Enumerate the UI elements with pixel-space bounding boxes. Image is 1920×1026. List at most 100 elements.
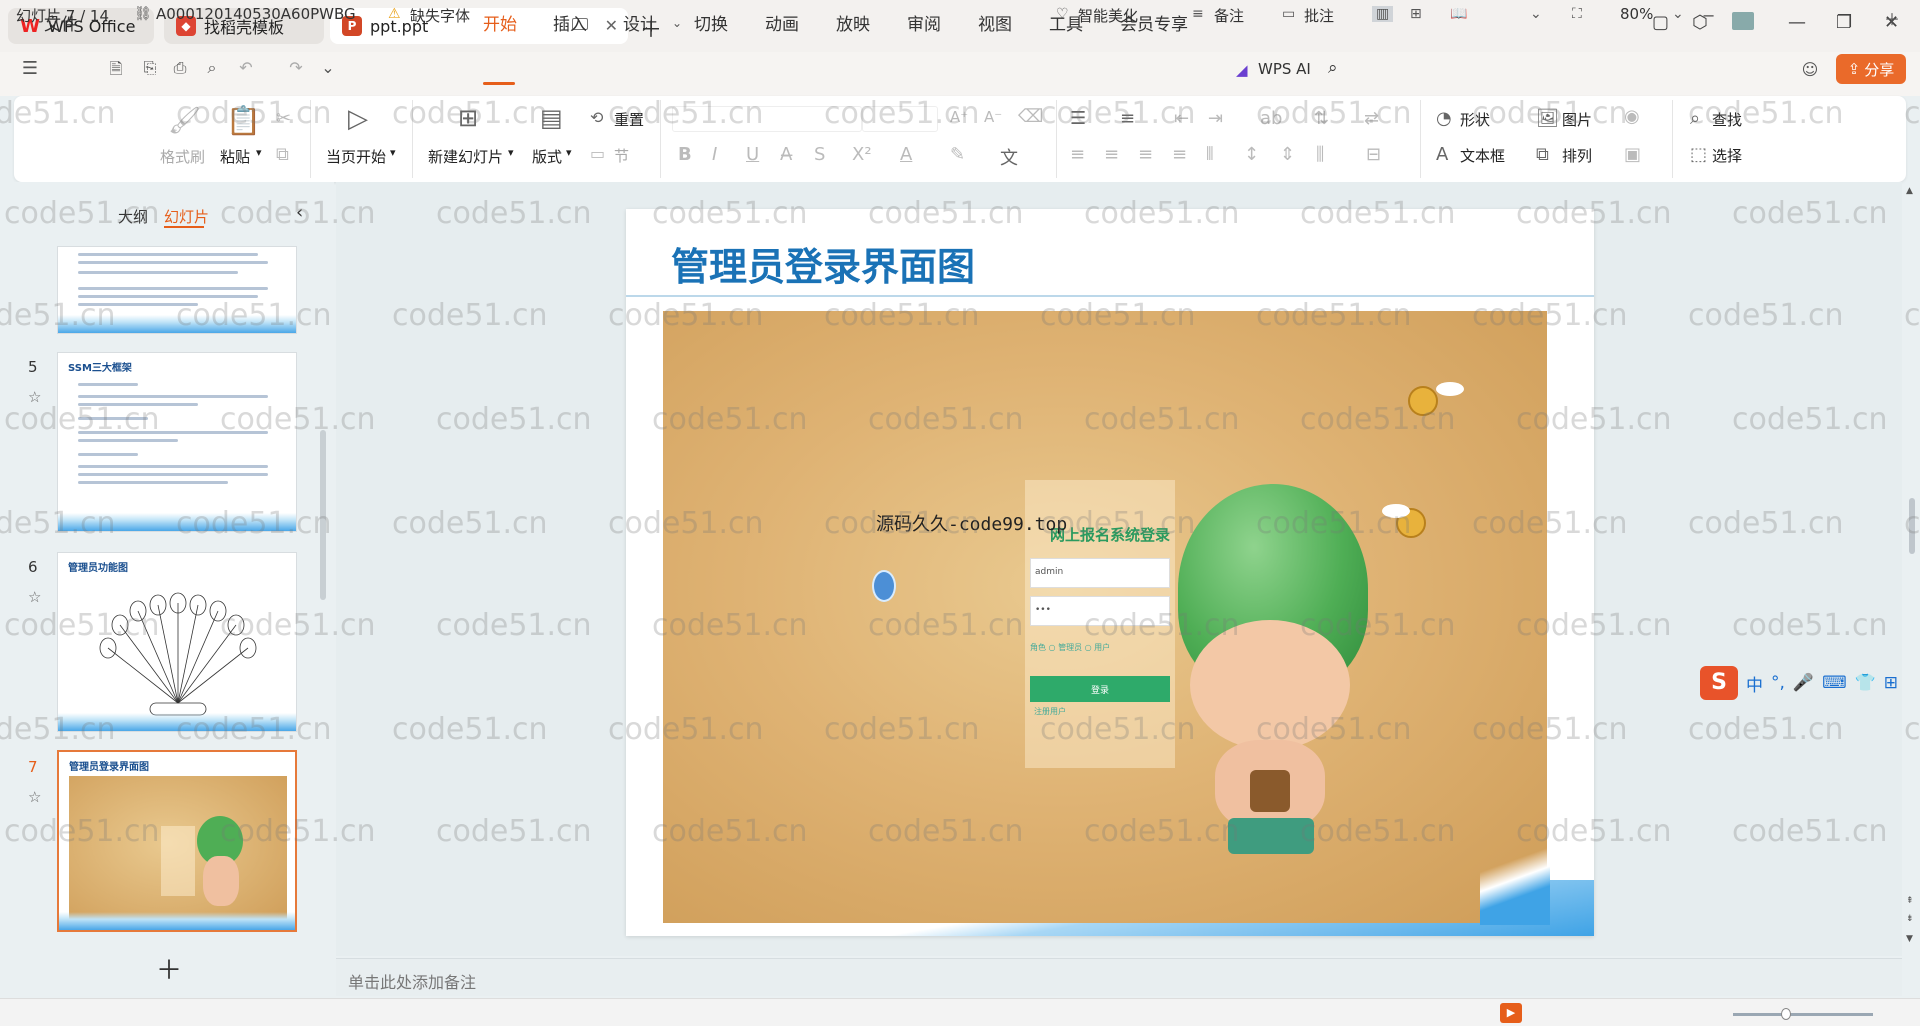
outline-icon[interactable]: ▣	[1624, 144, 1641, 165]
notes-pane[interactable]: 单击此处添加备注	[336, 958, 1902, 996]
strikethrough-icon[interactable]: A̶	[780, 144, 792, 165]
scrollbar-thumb[interactable]	[1909, 498, 1915, 554]
wps-ai-icon[interactable]: ◢	[1236, 61, 1248, 79]
slide-thumbnail-5[interactable]: SSM三大框架	[57, 352, 297, 532]
menu-review[interactable]: 审阅	[907, 10, 941, 35]
new-slide-icon[interactable]: ⊞	[458, 104, 478, 132]
slide-thumbnail-7[interactable]: 管理员登录界面图	[57, 750, 297, 932]
zoom-slider[interactable]	[1733, 1013, 1873, 1016]
menu-slideshow[interactable]: 放映	[836, 10, 870, 35]
fill-icon[interactable]: ◉	[1624, 106, 1640, 127]
save-icon[interactable]: 🗎	[106, 58, 126, 78]
collapse-panel-icon[interactable]: ‹	[296, 202, 303, 223]
redo-icon[interactable]: ↷	[286, 58, 306, 78]
find-button[interactable]: 查找	[1712, 109, 1742, 130]
chevron-down-icon[interactable]: ⌄	[318, 58, 338, 78]
window-layout-icon[interactable]: ▢	[1652, 12, 1669, 33]
keyboard-icon[interactable]: ⌨	[1822, 673, 1847, 693]
decrease-indent-icon[interactable]: ⇤	[1174, 108, 1189, 129]
cut-icon[interactable]: ✂	[276, 108, 291, 129]
microphone-icon[interactable]: 🎤	[1793, 673, 1814, 693]
superscript-icon[interactable]: X²	[852, 144, 872, 165]
add-slide-icon[interactable]: ＋	[156, 950, 182, 987]
canvas-scrollbar[interactable]: ▲ ⇞ ⇟ ▼	[1904, 182, 1920, 956]
scroll-up-icon[interactable]: ▲	[1906, 186, 1913, 196]
menu-insert[interactable]: 插入	[553, 10, 587, 35]
missing-font-button[interactable]: 缺失字体	[410, 5, 470, 26]
avatar[interactable]	[1732, 12, 1754, 30]
convert-icon[interactable]: ⇄	[1364, 108, 1379, 129]
slide-title[interactable]: 管理员登录界面图	[671, 236, 975, 291]
layout-button[interactable]: 版式	[532, 146, 562, 167]
picture-button[interactable]: 图片	[1562, 109, 1592, 130]
print-icon[interactable]: ⎙	[170, 58, 190, 78]
grid-icon[interactable]: ⊞	[1884, 673, 1898, 693]
notes-toggle-button[interactable]: 备注	[1214, 5, 1244, 26]
search-icon[interactable]: ⌕	[1328, 58, 1338, 78]
distribute-icon[interactable]: ⫴	[1206, 144, 1214, 165]
zoom-level[interactable]: 80%	[1620, 5, 1653, 23]
align-left-icon[interactable]: ≡	[1070, 144, 1085, 165]
star-icon[interactable]: ☆	[28, 588, 41, 606]
align-center-icon[interactable]: ≡	[1104, 144, 1119, 165]
chevron-down-icon[interactable]: ▾	[390, 146, 396, 159]
chevron-down-icon[interactable]: ⌄	[672, 16, 682, 30]
play-icon[interactable]: ▶	[1500, 1003, 1522, 1023]
chevron-down-icon[interactable]: ▾	[566, 146, 572, 159]
undo-icon[interactable]: ↶	[236, 58, 256, 78]
format-painter-icon[interactable]: 🖌	[168, 106, 201, 136]
paragraph-spacing-icon[interactable]: ⇕	[1280, 144, 1295, 165]
zoom-out-icon[interactable]: −	[1702, 6, 1715, 25]
menu-view[interactable]: 视图	[978, 10, 1012, 35]
prev-slide-icon[interactable]: ⇞	[1906, 896, 1914, 906]
export-icon[interactable]: ⎘	[140, 58, 160, 78]
chevron-down-icon[interactable]: ▾	[508, 146, 514, 159]
ime-toolbar[interactable]: S 中 °, 🎤 ⌨ 👕 ⊞	[1700, 664, 1908, 702]
play-circle-icon[interactable]: ▷	[348, 104, 368, 134]
new-slide-button[interactable]: 新建幻灯片	[428, 146, 503, 167]
tab-outline[interactable]: 大纲	[118, 206, 148, 227]
textbox-icon[interactable]: A	[1436, 144, 1448, 165]
minimize-icon[interactable]: —	[1788, 12, 1806, 33]
decrease-font-icon[interactable]: A⁻	[984, 108, 1002, 126]
document-id[interactable]: A000120140530A60PWBG	[156, 5, 356, 23]
increase-font-icon[interactable]: A⁺	[950, 108, 968, 126]
font-family-select[interactable]	[672, 106, 862, 132]
fit-window-icon[interactable]: ⛶	[1572, 6, 1582, 22]
find-icon[interactable]: ⌕	[1690, 108, 1700, 129]
slide-thumbnail-6[interactable]: 管理员功能图	[57, 552, 297, 732]
menu-design[interactable]: 设计	[623, 10, 657, 35]
close-tab-icon[interactable]: ✕	[605, 16, 618, 35]
shape-icon[interactable]: ◔	[1436, 108, 1452, 129]
arrange-icon[interactable]: ⧉	[1536, 144, 1549, 165]
menu-wps-ai[interactable]: WPS AI	[1258, 60, 1311, 78]
print-preview-icon[interactable]: ⌕	[202, 58, 222, 78]
zoom-slider-thumb[interactable]	[1781, 1008, 1791, 1020]
layout-icon[interactable]: ▤	[540, 104, 563, 132]
section-button[interactable]: 节	[614, 145, 629, 166]
reset-icon[interactable]: ⟲	[590, 108, 603, 127]
comment-button[interactable]: 批注	[1304, 5, 1334, 26]
scroll-down-icon[interactable]: ▼	[1906, 934, 1913, 944]
numbering-icon[interactable]: ≡	[1120, 108, 1135, 129]
picture-icon[interactable]: 🖼	[1536, 108, 1559, 129]
shape-button[interactable]: 形状	[1460, 109, 1490, 130]
copy-icon[interactable]: ⧉	[276, 144, 289, 165]
chat-icon[interactable]: ☺	[1800, 60, 1820, 80]
star-icon[interactable]: ☆	[28, 788, 41, 806]
punctuation-icon[interactable]: °,	[1771, 673, 1785, 693]
sort-icon[interactable]: ⇅	[1314, 108, 1329, 129]
bold-icon[interactable]: B	[678, 144, 692, 165]
text-direction-icon[interactable]: ab	[1260, 108, 1282, 129]
highlight-icon[interactable]: ✎	[950, 144, 965, 165]
zoom-in-icon[interactable]: ＋	[1884, 6, 1900, 30]
menu-home[interactable]: 开始	[483, 10, 517, 35]
reading-view-icon[interactable]: 📖	[1450, 6, 1467, 22]
chevron-down-icon[interactable]: ⌄	[1530, 6, 1542, 22]
menu-animation[interactable]: 动画	[765, 10, 799, 35]
share-button[interactable]: ⇪ 分享	[1836, 54, 1906, 84]
font-size-select[interactable]	[862, 106, 938, 132]
align-right-icon[interactable]: ≡	[1138, 144, 1153, 165]
tab-slides[interactable]: 幻灯片	[164, 206, 209, 227]
select-button[interactable]: 选择	[1712, 145, 1742, 166]
